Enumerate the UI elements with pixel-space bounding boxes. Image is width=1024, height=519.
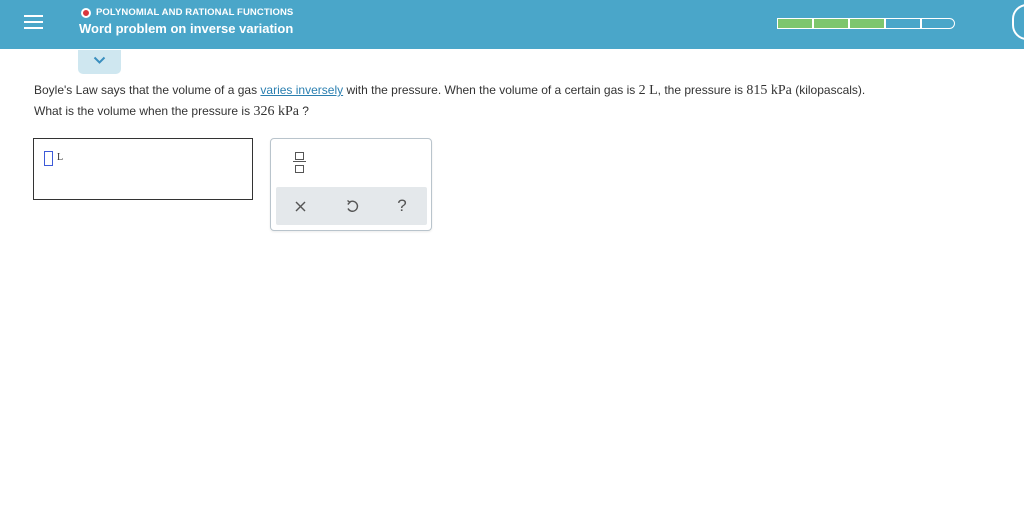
clear-button[interactable] [280,187,320,225]
side-panel-tab[interactable] [1012,4,1024,40]
input-placeholder-box[interactable] [44,151,53,166]
progress-segment [849,18,885,29]
fraction-icon [295,152,304,160]
progress-segment [777,18,813,29]
help-icon: ? [397,196,407,215]
unit-label: L [57,152,64,163]
math-keypad: ? [270,138,432,231]
pressure-value-2: 326 kPa [253,104,299,119]
progress-bar [777,18,955,29]
question-text-part: (kilopascals). [791,83,866,97]
undo-icon [347,199,359,212]
topic-label: POLYNOMIAL AND RATIONAL FUNCTIONS [96,7,294,18]
question-text-part: , the pressure is [657,83,747,97]
fraction-icon-line [293,161,306,162]
chevron-down-icon [93,56,106,64]
keypad-action-row: ? [276,187,427,225]
undo-button[interactable] [332,187,372,225]
menu-icon-bar [24,27,43,29]
top-bar: POLYNOMIAL AND RATIONAL FUNCTIONS Word p… [0,0,1024,49]
menu-icon [24,15,43,17]
question-text-part: What is the volume when the pressure is [34,104,254,118]
fraction-button[interactable] [290,150,310,176]
pressure-value: 815 kPa [746,83,792,98]
clear-icon [295,201,305,211]
question-text: Boyle's Law says that the volume of a ga… [34,80,1019,122]
help-button[interactable]: ? [382,187,422,225]
varies-inversely-link[interactable]: varies inversely [260,83,343,97]
progress-segment [921,18,955,29]
question-line-1: Boyle's Law says that the volume of a ga… [34,80,1019,101]
progress-segment [885,18,921,29]
question-line-2: What is the volume when the pressure is … [34,101,1019,122]
answer-input[interactable]: L [33,138,253,200]
page-title: Word problem on inverse variation [79,21,294,36]
menu-icon-bar [24,21,43,23]
collapse-toggle[interactable] [78,50,121,74]
fraction-icon-denominator [295,165,304,173]
question-text-part: with the pressure. When the volume of a … [343,83,639,97]
menu-button[interactable] [0,0,62,49]
question-text-part: ? [298,104,309,118]
progress-segment [813,18,849,29]
topic-status-dot [81,8,91,18]
volume-value: 2 L [638,83,658,98]
question-text-part: Boyle's Law says that the volume of a ga… [34,83,261,97]
